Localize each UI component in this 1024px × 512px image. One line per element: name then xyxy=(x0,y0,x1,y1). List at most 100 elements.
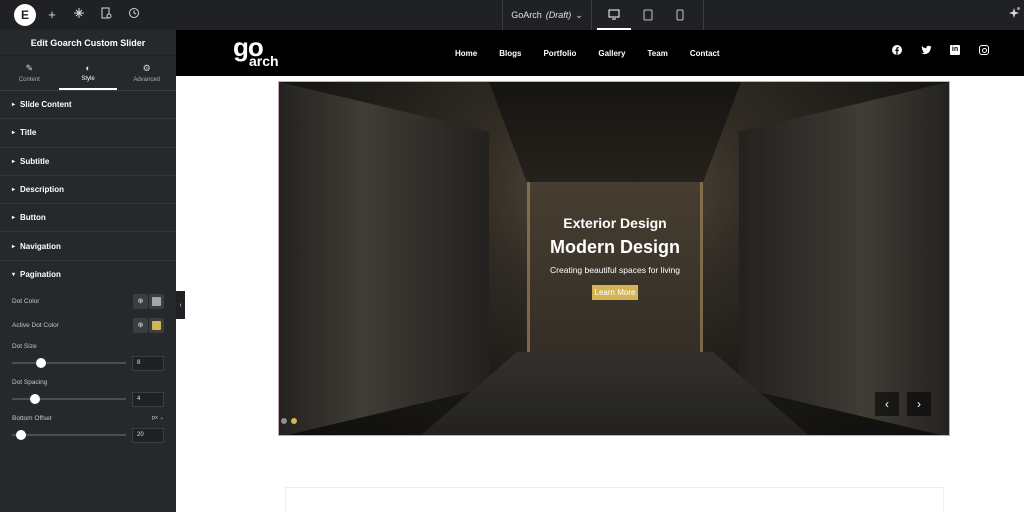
section-slide-content[interactable]: ▸ Slide Content xyxy=(0,91,176,120)
site-logo[interactable]: go arch xyxy=(233,34,279,68)
caret-right-icon: ▸ xyxy=(12,158,16,165)
section-button[interactable]: ▸ Button xyxy=(0,204,176,233)
unit-selector[interactable]: px ⌄ xyxy=(152,415,164,421)
instagram-icon[interactable] xyxy=(979,45,989,55)
contrast-icon: ◐ xyxy=(85,62,91,73)
collapse-panel-icon[interactable]: ‹ xyxy=(176,291,185,319)
slide-description: Creating beautiful spaces for living xyxy=(550,265,680,275)
section-label: Title xyxy=(20,128,37,138)
tab-content[interactable]: ✎ Content xyxy=(0,56,59,90)
dot-color-control: Dot Color ⊕ xyxy=(12,289,164,313)
next-section-placeholder xyxy=(285,487,944,512)
section-title[interactable]: ▸ Title xyxy=(0,119,176,148)
slide-subtitle: Modern Design xyxy=(549,237,680,257)
pencil-icon: ✎ xyxy=(25,63,34,73)
dot-size-control: Dot Size 8 xyxy=(12,339,164,373)
tab-style-label: Style xyxy=(81,75,95,82)
elementor-logo-letter: E xyxy=(20,8,29,22)
slider-handle[interactable] xyxy=(35,358,46,369)
section-subtitle[interactable]: ▸ Subtitle xyxy=(0,148,176,176)
facebook-icon[interactable] xyxy=(892,45,902,55)
tablet-icon[interactable] xyxy=(631,0,665,30)
bottom-offset-control: Bottom Offset px ⌄ 20 xyxy=(12,411,164,445)
social-links: in xyxy=(892,45,989,55)
structure-icon[interactable] xyxy=(71,7,87,23)
caret-right-icon: ▸ xyxy=(12,130,16,137)
slider-handle[interactable] xyxy=(16,430,27,441)
color-swatch xyxy=(152,296,161,306)
hero-slider: Exterior Design Modern Design Creating b… xyxy=(278,81,950,436)
linkedin-icon[interactable]: in xyxy=(950,45,960,55)
caret-right-icon: ▸ xyxy=(12,102,16,109)
sparkle-icon[interactable] xyxy=(1008,7,1020,22)
desktop-icon[interactable] xyxy=(597,0,631,30)
add-element-icon[interactable]: + xyxy=(44,7,60,23)
nav-blogs[interactable]: Blogs xyxy=(499,49,521,58)
section-label: Subtitle xyxy=(20,156,50,166)
section-description[interactable]: ▸ Description xyxy=(0,176,176,205)
dot-size-slider[interactable] xyxy=(12,358,126,369)
dot-size-label: Dot Size xyxy=(12,342,37,350)
topbar-divider xyxy=(703,0,704,30)
pagination-dot[interactable] xyxy=(281,418,287,424)
section-label: Pagination xyxy=(20,270,61,280)
nav-contact[interactable]: Contact xyxy=(690,49,720,58)
site-header: go arch Home Blogs Portfolio Gallery Tea… xyxy=(176,30,1024,76)
dot-spacing-input[interactable]: 4 xyxy=(132,391,164,407)
prev-slide-button[interactable]: ‹ xyxy=(875,392,899,416)
dot-spacing-control: Dot Spacing 4 xyxy=(12,375,164,409)
section-pagination[interactable]: ▾ Pagination xyxy=(0,261,176,289)
elementor-logo-button[interactable]: E xyxy=(14,4,36,26)
main-nav: Home Blogs Portfolio Gallery Team Contac… xyxy=(455,30,720,76)
global-color-icon[interactable]: ⊕ xyxy=(133,317,148,333)
section-label: Description xyxy=(20,185,65,195)
dot-color-picker[interactable] xyxy=(149,293,164,309)
global-color-icon[interactable]: ⊕ xyxy=(133,293,148,309)
tab-advanced-label: Advanced xyxy=(133,77,161,83)
caret-right-icon: ▸ xyxy=(12,215,16,222)
tab-style[interactable]: ◐ Style xyxy=(58,56,118,90)
slider-handle[interactable] xyxy=(29,394,40,405)
document-status: (Draft) xyxy=(545,10,572,20)
nav-gallery[interactable]: Gallery xyxy=(598,49,625,58)
section-label: Navigation xyxy=(20,241,61,251)
dot-size-input[interactable]: 8 xyxy=(132,355,164,371)
bottom-offset-slider[interactable] xyxy=(12,430,126,441)
mobile-icon[interactable] xyxy=(663,0,697,30)
page-settings-icon[interactable] xyxy=(98,7,114,23)
dot-spacing-slider[interactable] xyxy=(12,394,126,405)
panel-tabs: ✎ Content ◐ Style ⚙ Advanced xyxy=(0,56,176,91)
section-navigation[interactable]: ▸ Navigation xyxy=(0,232,176,261)
twitter-icon[interactable] xyxy=(921,45,932,55)
caret-right-icon: ▸ xyxy=(12,243,16,250)
nav-home[interactable]: Home xyxy=(455,49,477,58)
dot-color-label: Dot Color xyxy=(12,297,40,305)
slide-caption: Exterior Design Modern Design Creating b… xyxy=(279,215,949,300)
document-title-dropdown[interactable]: GoArch (Draft) ⌄ xyxy=(502,0,592,30)
tab-advanced[interactable]: ⚙ Advanced xyxy=(117,56,176,90)
editor-topbar: E + GoArch (Draft) ⌄ xyxy=(0,0,1024,30)
history-icon[interactable] xyxy=(126,7,142,23)
caret-down-icon: ▾ xyxy=(12,272,16,279)
active-dot-color-picker[interactable] xyxy=(149,317,164,333)
tab-content-label: Content xyxy=(18,77,40,83)
pagination-controls: Dot Color ⊕ Active Dot Color ⊕ Dot Size … xyxy=(0,289,176,445)
caret-right-icon: ▸ xyxy=(12,187,16,194)
nav-portfolio[interactable]: Portfolio xyxy=(543,49,576,58)
bottom-offset-label: Bottom Offset xyxy=(12,414,52,422)
color-swatch xyxy=(152,320,161,330)
editor-panel: Edit Goarch Custom Slider ✎ Content ◐ St… xyxy=(0,30,176,512)
next-slide-button[interactable]: › xyxy=(907,392,931,416)
active-dot-color-label: Active Dot Color xyxy=(12,321,59,329)
chevron-down-icon: ⌄ xyxy=(575,9,583,20)
panel-header: Edit Goarch Custom Slider xyxy=(0,30,176,56)
bottom-offset-input[interactable]: 20 xyxy=(132,427,164,443)
section-label: Slide Content xyxy=(20,100,72,110)
pagination-dots xyxy=(281,418,297,424)
nav-team[interactable]: Team xyxy=(648,49,668,58)
active-dot-color-control: Active Dot Color ⊕ xyxy=(12,313,164,337)
dot-spacing-label: Dot Spacing xyxy=(12,378,48,386)
learn-more-button[interactable]: Learn More xyxy=(591,285,639,300)
document-name: GoArch xyxy=(511,10,542,20)
pagination-dot-active[interactable] xyxy=(291,418,297,424)
